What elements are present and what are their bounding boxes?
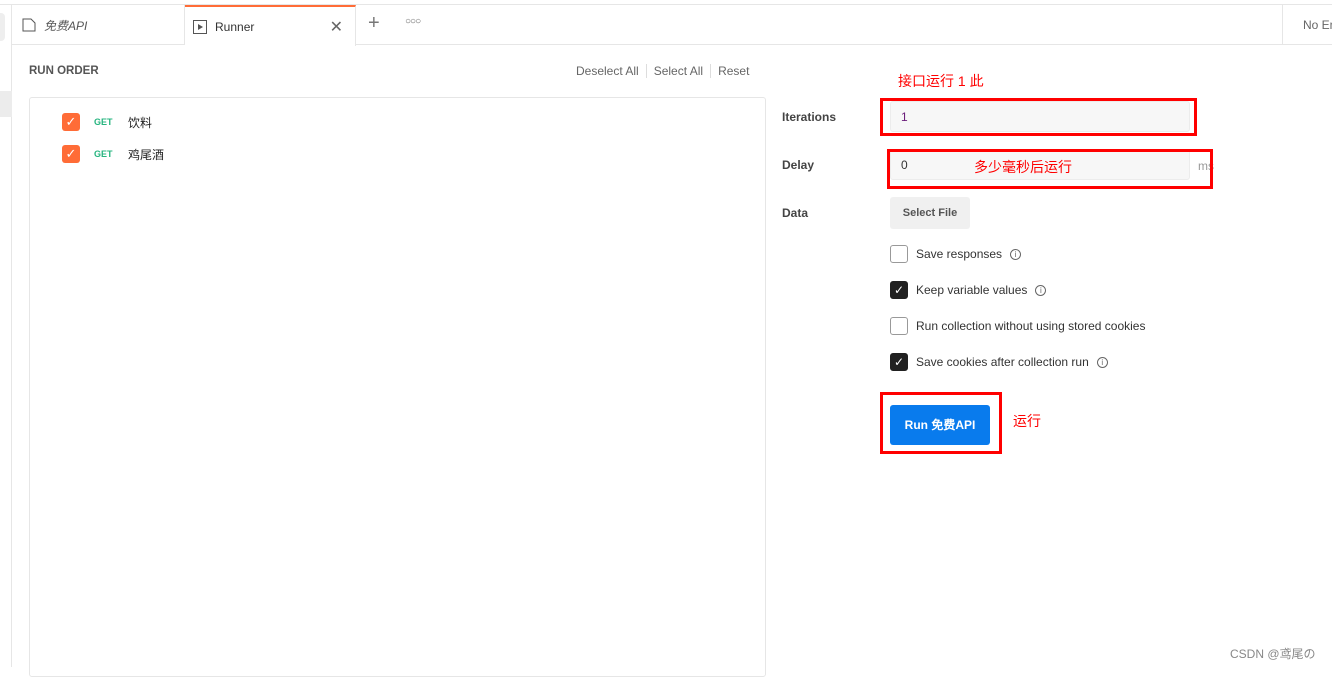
select-file-button[interactable]: Select File — [890, 197, 970, 229]
option-no-cookies[interactable]: Run collection without using stored cook… — [890, 317, 1145, 335]
annotation-run: 运行 — [1013, 413, 1041, 429]
run-order-title: RUN ORDER — [29, 65, 99, 77]
checkbox[interactable]: ✓ — [62, 145, 80, 163]
delay-label: Delay — [782, 158, 815, 172]
checkbox[interactable]: ✓ — [62, 113, 80, 131]
annotation-iterations: 接口运行 1 此 — [898, 73, 984, 89]
iterations-label: Iterations — [782, 110, 837, 124]
option-label: Run collection without using stored cook… — [916, 319, 1146, 333]
watermark: CSDN @鸢尾の — [1230, 647, 1316, 661]
option-label: Keep variable values — [916, 283, 1028, 297]
selection-actions: Deselect All Select All Reset — [576, 64, 756, 78]
request-name: 鸡尾酒 — [128, 147, 165, 162]
runner-icon — [193, 19, 207, 34]
option-label: Save responses — [916, 247, 1003, 261]
tab-runner[interactable]: Runner ✕ — [185, 5, 356, 46]
more-icon[interactable]: ○○○ — [405, 16, 421, 27]
list-item[interactable]: ✓ GET 饮料 — [62, 113, 152, 131]
option-save-responses[interactable]: Save responses i — [890, 245, 1022, 263]
iterations-input[interactable]: 1 — [890, 101, 1190, 132]
info-icon[interactable]: i — [1096, 356, 1108, 368]
collection-icon — [22, 18, 36, 32]
reset-button[interactable]: Reset — [711, 64, 756, 78]
method-badge: GET — [94, 149, 113, 159]
info-icon[interactable]: i — [1035, 284, 1047, 296]
deselect-all-button[interactable]: Deselect All — [576, 64, 647, 78]
request-name: 饮料 — [128, 115, 153, 130]
run-button[interactable]: Run 免费API — [890, 405, 990, 445]
option-label: Save cookies after collection run — [916, 355, 1089, 369]
sidebar-collapsed — [0, 5, 12, 667]
checkbox[interactable]: ✓ — [890, 353, 908, 371]
tab-bar: 免费API Runner ✕ — [12, 5, 1332, 46]
option-save-cookies[interactable]: ✓ Save cookies after collection run i — [890, 353, 1108, 371]
close-icon[interactable]: ✕ — [330, 17, 343, 37]
select-all-button[interactable]: Select All — [647, 64, 712, 78]
method-badge: GET — [94, 117, 113, 127]
data-label: Data — [782, 206, 809, 220]
list-item[interactable]: ✓ GET 鸡尾酒 — [62, 145, 164, 163]
annotation-delay: 多少毫秒后运行 — [974, 159, 1072, 175]
info-icon[interactable]: i — [1010, 248, 1022, 260]
run-order-list: ✓ GET 饮料 ✓ GET 鸡尾酒 — [29, 97, 766, 677]
checkbox[interactable]: ✓ — [890, 281, 908, 299]
checkbox[interactable] — [890, 317, 908, 335]
environment-selector[interactable]: No Environment — [1282, 5, 1332, 45]
option-keep-variables[interactable]: ✓ Keep variable values i — [890, 281, 1047, 299]
checkbox[interactable] — [890, 245, 908, 263]
tab-collection[interactable]: 免费API — [12, 5, 185, 45]
tab-label: Runner — [215, 19, 255, 34]
new-tab-button[interactable]: + — [368, 12, 380, 35]
tab-label: 免费API — [44, 18, 88, 33]
